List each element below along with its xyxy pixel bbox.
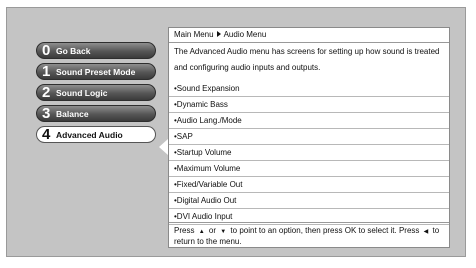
menu-item-go-back[interactable]: 0 Go Back — [36, 42, 156, 59]
arrow-left-icon: ◀ — [423, 229, 429, 235]
options-list: •Sound Expansion •Dynamic Bass •Audio La… — [169, 81, 449, 225]
option-digital-audio-out[interactable]: •Digital Audio Out — [169, 193, 449, 209]
arrow-right-icon — [216, 31, 221, 37]
help-footer: Press ▲ or ▼ to point to an option, then… — [169, 222, 449, 247]
menu-item-label: Go Back — [56, 46, 91, 56]
breadcrumb-current: Audio Menu — [223, 30, 267, 39]
breadcrumb-root: Main Menu — [174, 30, 214, 39]
footer-text: Press — [174, 226, 195, 235]
menu-item-label: Sound Logic — [56, 88, 108, 98]
menu-item-advanced-audio[interactable]: 4 Advanced Audio — [36, 126, 156, 143]
tv-screen: 0 Go Back 1 Sound Preset Mode 2 Sound Lo… — [6, 7, 466, 257]
breadcrumb: Main Menu Audio Menu — [169, 28, 449, 43]
menu-item-number: 1 — [42, 63, 51, 80]
footer-text: or — [208, 226, 216, 235]
option-sap[interactable]: •SAP — [169, 129, 449, 145]
pointer-left-icon — [159, 139, 168, 155]
menu-item-label: Advanced Audio — [56, 130, 123, 140]
menu-item-sound-preset-mode[interactable]: 1 Sound Preset Mode — [36, 63, 156, 80]
arrow-up-icon: ▲ — [198, 229, 205, 235]
arrow-down-icon: ▼ — [220, 229, 227, 235]
option-fixed-variable-out[interactable]: •Fixed/Variable Out — [169, 177, 449, 193]
footer-text: to point to an option, then press OK to … — [230, 226, 420, 235]
option-startup-volume[interactable]: •Startup Volume — [169, 145, 449, 161]
advanced-audio-panel: Main Menu Audio Menu The Advanced Audio m… — [168, 27, 450, 248]
panel-description: The Advanced Audio menu has screens for … — [174, 47, 440, 72]
menu-item-label: Sound Preset Mode — [56, 67, 136, 77]
menu-item-balance[interactable]: 3 Balance — [36, 105, 156, 122]
menu-item-number: 0 — [42, 42, 51, 59]
option-sound-expansion[interactable]: •Sound Expansion — [169, 81, 449, 97]
option-dynamic-bass[interactable]: •Dynamic Bass — [169, 97, 449, 113]
menu-item-number: 2 — [42, 84, 51, 101]
menu-item-label: Balance — [56, 109, 89, 119]
menu-item-sound-logic[interactable]: 2 Sound Logic — [36, 84, 156, 101]
option-maximum-volume[interactable]: •Maximum Volume — [169, 161, 449, 177]
option-audio-lang-mode[interactable]: •Audio Lang./Mode — [169, 113, 449, 129]
menu-item-number: 3 — [42, 105, 51, 122]
menu-item-number: 4 — [42, 126, 51, 143]
sidebar-menu: 0 Go Back 1 Sound Preset Mode 2 Sound Lo… — [36, 42, 156, 147]
